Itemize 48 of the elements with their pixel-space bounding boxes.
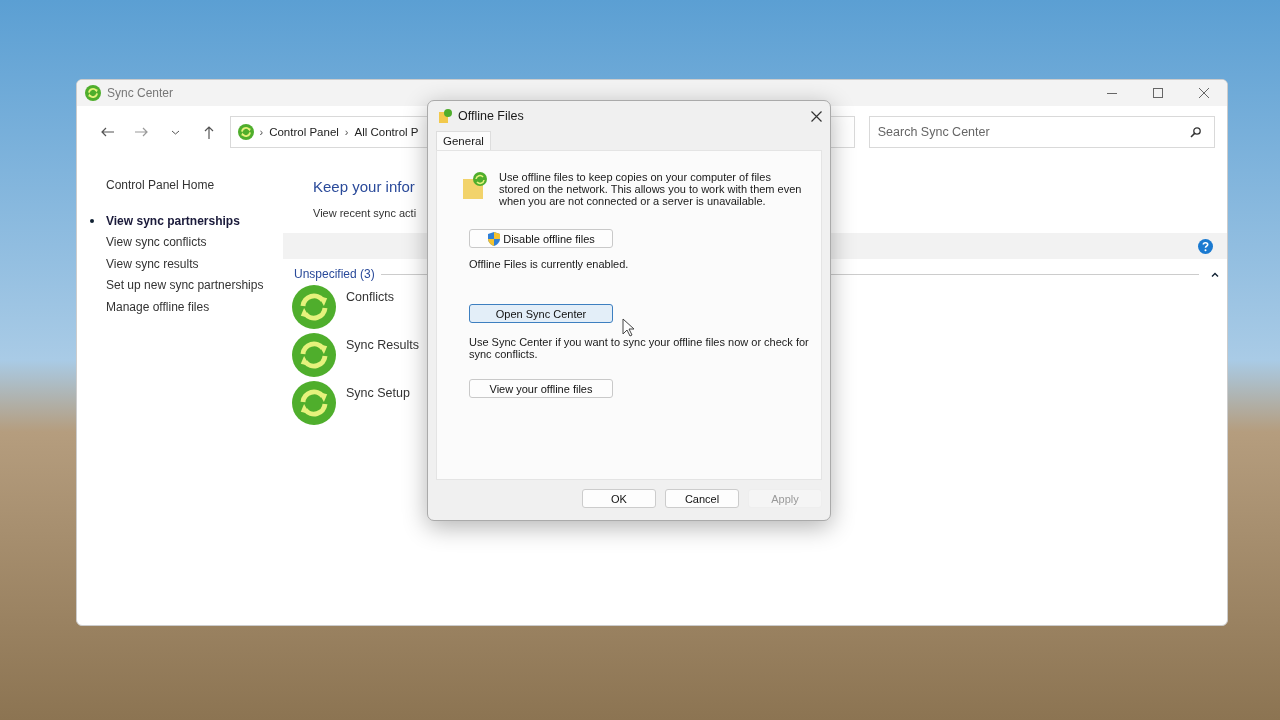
- breadcrumb[interactable]: All Control P: [354, 126, 419, 138]
- dialog-button[interactable]: Cancel: [665, 489, 739, 508]
- sidebar-link[interactable]: View sync results: [106, 256, 199, 271]
- description-text: Use offline files to keep copies on your computer of files stored on the network. This allows you to work with them even when you are not connected or a server is unavailable.: [499, 171, 803, 207]
- dialog-title: Offline Files: [458, 109, 525, 123]
- sidebar-link[interactable]: Control Panel Home: [106, 178, 283, 192]
- close-icon: [1199, 88, 1209, 98]
- help-icon[interactable]: [1198, 238, 1213, 254]
- sidebar-link[interactable]: Manage offline files: [106, 299, 210, 314]
- window-title: Sync Center: [107, 86, 175, 100]
- offline-folder-icon: [461, 171, 489, 201]
- sync-item-label[interactable]: Conflicts: [346, 285, 394, 329]
- sync-location-icon: [237, 124, 254, 140]
- disable-offline-files-button[interactable]: Disable offline files: [469, 229, 613, 248]
- group-header[interactable]: Unspecified (3): [294, 267, 375, 281]
- sync-item-label[interactable]: Sync Setup: [346, 381, 410, 425]
- sidebar-link[interactable]: View sync partnerships: [106, 213, 240, 228]
- minimize-icon: [1107, 92, 1117, 94]
- sync-item-icon: [292, 381, 336, 425]
- mouse-cursor-icon: [622, 318, 635, 337]
- open-sync-center-button[interactable]: Open Sync Center: [469, 304, 613, 323]
- page-heading: Keep your infor: [313, 178, 415, 195]
- close-icon[interactable]: [811, 110, 822, 122]
- breadcrumb[interactable]: Control Panel: [269, 126, 339, 138]
- sync-item-icon: [292, 333, 336, 377]
- page-description: View recent sync acti: [313, 207, 417, 219]
- forward-arrow-icon: [134, 127, 149, 137]
- breadcrumb-separator: ›: [344, 126, 349, 138]
- sync-item-icon: [292, 285, 336, 329]
- shield-icon: [487, 231, 502, 246]
- sync-app-icon: [85, 85, 101, 101]
- sidebar-link[interactable]: Set up new sync partnerships: [106, 278, 264, 293]
- breadcrumb-separator: ›: [259, 126, 264, 138]
- status-text: Offline Files is currently enabled.: [469, 258, 630, 270]
- view-offline-files-button[interactable]: View your offline files: [469, 379, 613, 398]
- sidebar-link[interactable]: View sync conflicts: [106, 235, 207, 250]
- collapse-chevron-icon[interactable]: [1211, 271, 1219, 277]
- dialog-button[interactable]: OK: [582, 489, 656, 508]
- sync-item-label[interactable]: Sync Results: [346, 333, 419, 377]
- back-arrow-icon: [100, 127, 115, 137]
- offline-folder-icon: [438, 109, 452, 123]
- search-field[interactable]: Search Sync Center: [868, 116, 1215, 148]
- search-icon: [1190, 127, 1201, 138]
- up-arrow-icon: [203, 125, 214, 139]
- tab[interactable]: General: [436, 131, 491, 150]
- hint-text: Use Sync Center if you want to sync your offline files now or check for sync conflicts.: [469, 336, 809, 360]
- maximize-icon: [1153, 88, 1163, 98]
- chevron-down-icon: [170, 129, 180, 135]
